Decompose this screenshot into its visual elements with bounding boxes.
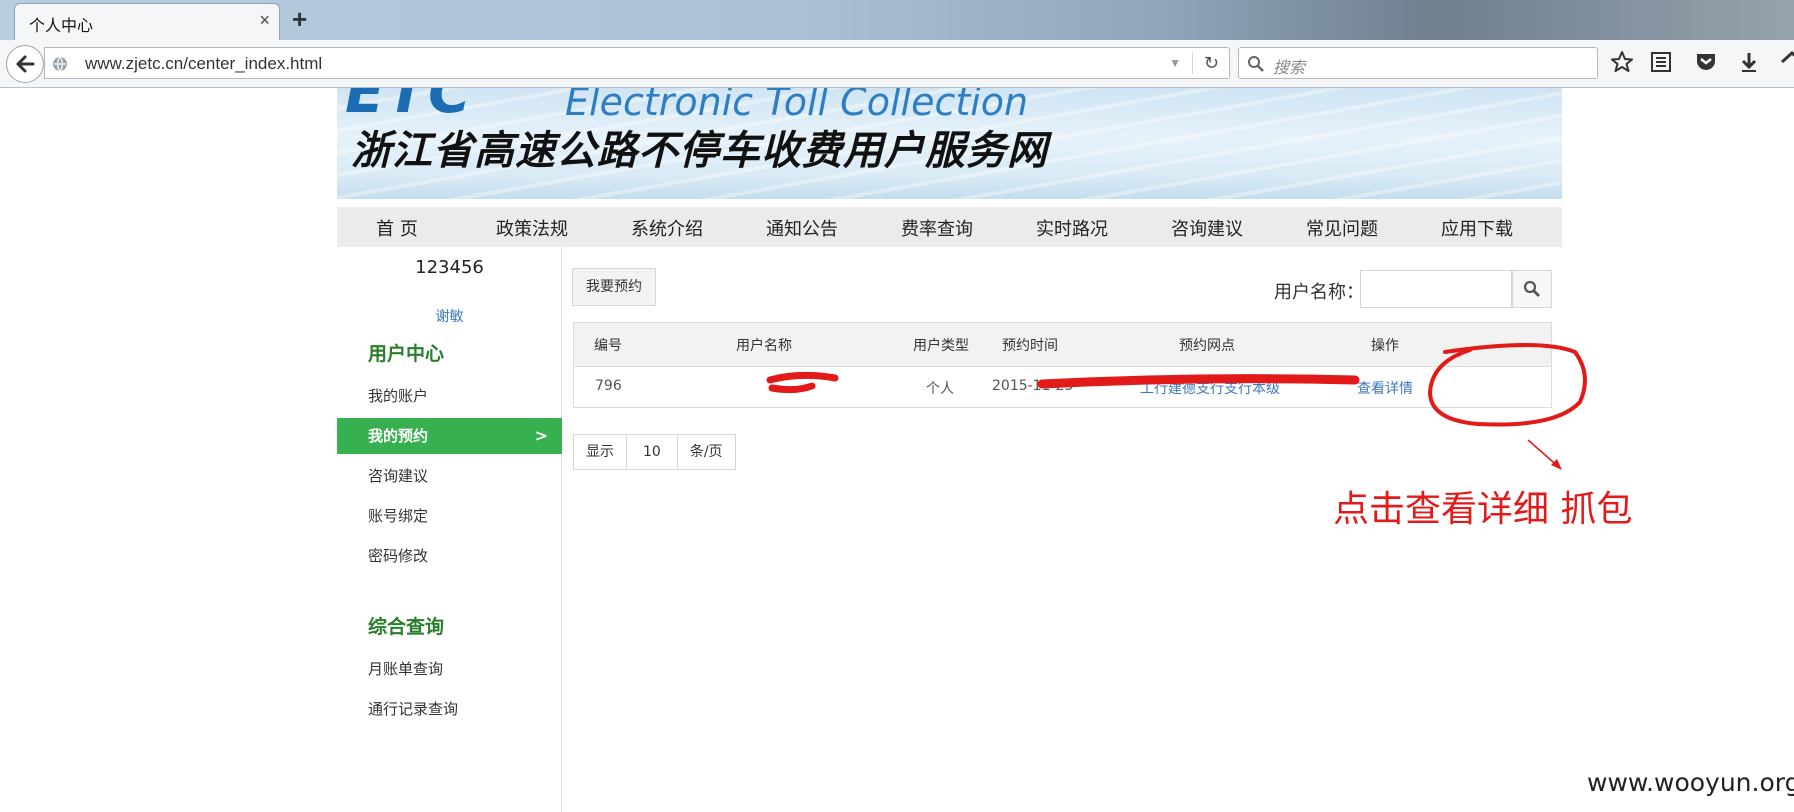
browser-tab[interactable]: 个人中心 × xyxy=(14,3,280,40)
home-icon[interactable] xyxy=(1780,50,1794,74)
cell-user-type: 个人 xyxy=(926,381,954,397)
tab-close-icon[interactable]: × xyxy=(259,10,270,31)
main-navigation: 首 页 政策法规 系统介绍 通知公告 费率查询 实时路况 咨询建议 常见问题 应… xyxy=(337,207,1562,247)
table-header: 编号 用户名称 用户类型 预约时间 预约网点 操作 xyxy=(574,323,1551,367)
search-placeholder: 搜索 xyxy=(1273,60,1306,77)
sidebar-item-consult[interactable]: 咨询建议 xyxy=(337,458,562,494)
nav-system-intro[interactable]: 系统介绍 xyxy=(607,215,727,241)
nav-app-download[interactable]: 应用下载 xyxy=(1417,215,1537,241)
sidebar-item-account-binding[interactable]: 账号绑定 xyxy=(337,498,562,534)
url-divider xyxy=(1192,52,1193,74)
reservation-table: 编号 用户名称 用户类型 预约时间 预约网点 操作 796 个人 2015-11… xyxy=(573,322,1552,408)
browser-toolbar: www.zjetc.cn/center_index.html ▼ ↻ 搜索 xyxy=(0,40,1794,88)
new-tab-button[interactable]: + xyxy=(292,4,307,35)
header-username: 用户名称 xyxy=(736,338,792,354)
nav-consult[interactable]: 咨询建议 xyxy=(1147,215,1267,241)
reserve-button[interactable]: 我要预约 xyxy=(572,268,656,306)
pocket-icon[interactable] xyxy=(1694,50,1718,74)
watermark: www.wooyun.org xyxy=(1587,768,1794,797)
sidebar-item-password[interactable]: 密码修改 xyxy=(337,538,562,574)
download-icon[interactable] xyxy=(1738,50,1760,74)
search-icon xyxy=(1248,56,1264,72)
nav-notices[interactable]: 通知公告 xyxy=(742,215,862,241)
cell-id: 796 xyxy=(595,378,622,394)
annotation-note: 点击查看详细 抓包 xyxy=(1333,489,1633,530)
header-id: 编号 xyxy=(594,338,622,354)
tab-title: 个人中心 xyxy=(29,18,94,35)
nav-traffic[interactable]: 实时路况 xyxy=(1012,215,1132,241)
sidebar-item-my-account[interactable]: 我的账户 xyxy=(337,378,562,414)
sidebar-item-my-reservation[interactable]: 我的预约 > xyxy=(337,418,562,454)
cell-branch: 工行建德支行支行本级 xyxy=(1140,381,1280,397)
bookmark-star-icon[interactable] xyxy=(1610,50,1634,74)
banner-title: 浙江省高速公路不停车收费用户服务网 xyxy=(351,128,1048,174)
user-link[interactable]: 谢敏 xyxy=(337,306,562,326)
page-size-input[interactable]: 10 xyxy=(626,435,678,469)
page-size-control: 显示 10 条/页 xyxy=(573,434,736,470)
username-search-input[interactable] xyxy=(1360,270,1512,308)
sidebar-item-label: 我的预约 xyxy=(368,427,429,445)
sidebar-section-query: 综合查询 xyxy=(368,616,445,638)
sidebar-item-monthly-bill[interactable]: 月账单查询 xyxy=(337,651,562,687)
nav-policy[interactable]: 政策法规 xyxy=(472,215,592,241)
bookmarks-menu-icon[interactable] xyxy=(1650,50,1672,74)
header-user-type: 用户类型 xyxy=(913,338,969,354)
browser-tab-strip: 个人中心 × + xyxy=(0,0,1794,40)
filter-label: 用户名称： xyxy=(1274,282,1364,303)
back-arrow-icon xyxy=(16,55,35,73)
reload-icon[interactable]: ↻ xyxy=(1204,53,1219,74)
header-reserve-time: 预约时间 xyxy=(1002,338,1058,354)
sidebar: 123456 谢敏 用户中心 我的账户 我的预约 > 咨询建议 账号绑定 密码修… xyxy=(337,247,562,812)
chevron-right-icon: > xyxy=(534,426,548,445)
pager-unit-label: 条/页 xyxy=(689,444,723,460)
username: 123456 xyxy=(415,257,484,278)
nav-faq[interactable]: 常见问题 xyxy=(1282,215,1402,241)
sidebar-section-user-center: 用户中心 xyxy=(368,343,445,365)
back-button[interactable] xyxy=(6,45,44,83)
nav-home[interactable]: 首 页 xyxy=(337,215,457,241)
table-row: 796 个人 2015-11-25 工行建德支行支行本级 查看详情 xyxy=(574,366,1551,408)
address-bar[interactable]: www.zjetc.cn/center_index.html ▼ ↻ xyxy=(44,47,1230,79)
nav-rate-query[interactable]: 费率查询 xyxy=(877,215,997,241)
header-action: 操作 xyxy=(1371,338,1399,354)
pager-show-label: 显示 xyxy=(586,444,614,460)
url-dropdown-icon[interactable]: ▼ xyxy=(1169,56,1181,70)
search-button[interactable] xyxy=(1512,270,1552,308)
site-identity-icon[interactable] xyxy=(51,55,69,73)
cell-reserve-time: 2015-11-25 xyxy=(992,378,1074,394)
view-details-link[interactable]: 查看详情 xyxy=(1357,378,1413,398)
site-banner: ETC Electronic Toll Collection 浙江省高速公路不停… xyxy=(337,88,1562,199)
sidebar-item-pass-records[interactable]: 通行记录查询 xyxy=(337,691,562,727)
url-text[interactable]: www.zjetc.cn/center_index.html xyxy=(85,54,322,74)
header-branch: 预约网点 xyxy=(1179,338,1235,354)
search-bar[interactable]: 搜索 xyxy=(1238,47,1598,79)
search-icon xyxy=(1523,280,1540,297)
